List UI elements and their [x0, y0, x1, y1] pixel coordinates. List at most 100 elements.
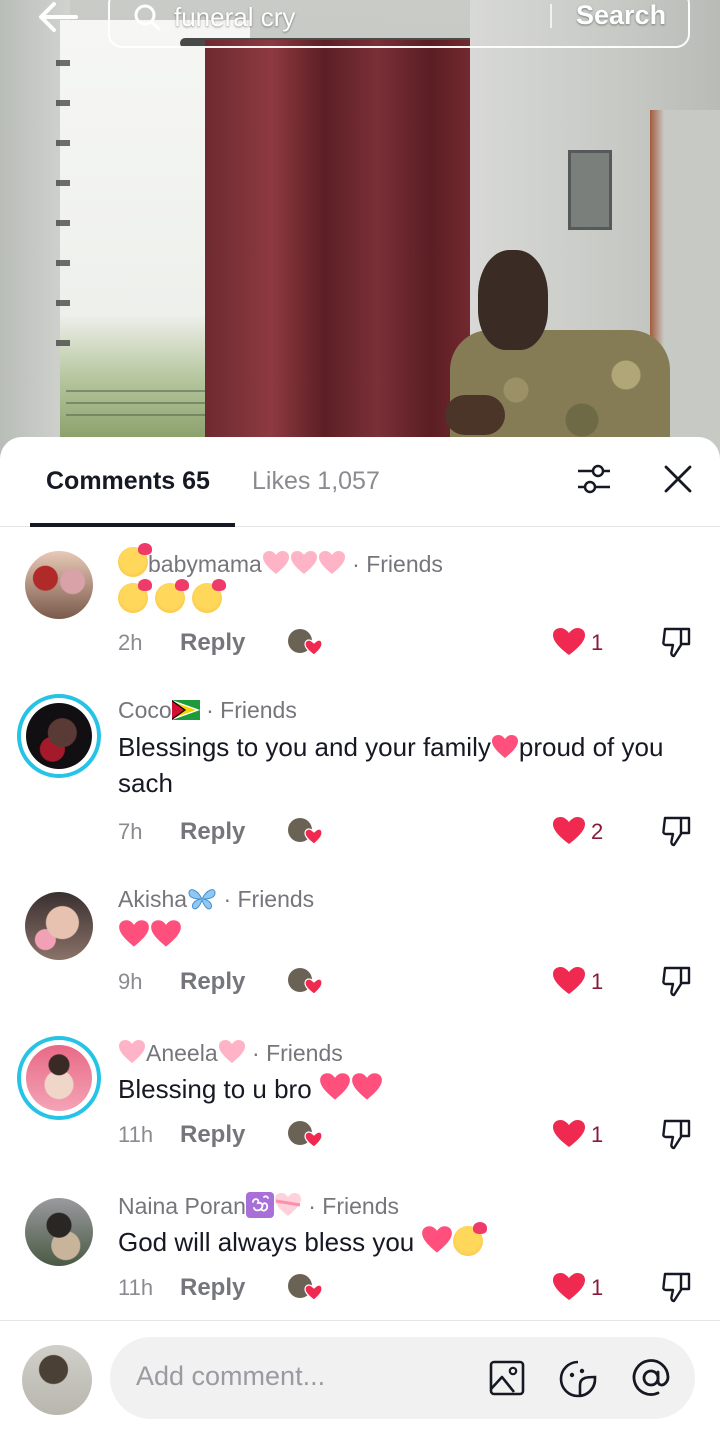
my-avatar[interactable]: [22, 1345, 92, 1415]
comment-text: Blessings to you and your family proud of…: [118, 732, 664, 798]
dislike-icon[interactable]: [660, 1117, 694, 1151]
video-wall-frame: [568, 150, 612, 230]
comment-time: 9h: [118, 969, 143, 994]
tab-active-indicator: [30, 523, 235, 527]
comment-placeholder: Add comment...: [136, 1361, 326, 1391]
comment-item: Coco · Friends Blessings to you and your…: [0, 694, 720, 867]
video-background[interactable]: [0, 0, 720, 470]
smiling-face-hearts-emoji-icon: [192, 579, 227, 613]
red-heart-icon: [352, 1073, 382, 1100]
comment-author[interactable]: Aneela · Friends: [118, 1039, 343, 1067]
pink-heart-icon: [218, 1040, 245, 1063]
dislike-icon[interactable]: [660, 964, 694, 998]
search-icon: [134, 4, 161, 31]
friends-label: · Friends: [252, 1040, 343, 1066]
avatar-image: [26, 703, 92, 769]
video-person-hands: [445, 395, 505, 435]
video-curtain: [205, 40, 470, 470]
creator-liked-icon: [288, 629, 322, 656]
pink-heart-icon: [262, 551, 289, 574]
tab-likes[interactable]: Likes 1,057: [252, 467, 380, 496]
red-heart-icon: [422, 1226, 453, 1253]
creator-liked-icon: [288, 968, 322, 995]
video-louvers: [56, 60, 70, 360]
comment-author[interactable]: Naina Poran · Friends: [118, 1192, 399, 1220]
reply-button[interactable]: Reply: [180, 968, 245, 996]
like-count: 1: [591, 969, 604, 994]
red-heart-icon: [119, 920, 149, 947]
comment-input[interactable]: Add comment...: [110, 1337, 695, 1419]
avatar-image: [26, 1045, 92, 1111]
image-icon[interactable]: [488, 1359, 526, 1397]
smiling-face-hearts-emoji-icon: [453, 1222, 488, 1256]
comments-sheet: Comments 65 Likes 1,057 babymama · Frien…: [0, 437, 720, 1448]
comments-tabs: Comments 65 Likes 1,057: [0, 437, 720, 527]
emoji-sticker-icon[interactable]: [558, 1359, 598, 1399]
creator-liked-icon: [288, 818, 322, 845]
like-count: 1: [591, 1275, 604, 1300]
red-heart-icon: [491, 735, 518, 758]
like-heart-icon[interactable]: [552, 1119, 586, 1149]
dislike-icon[interactable]: [660, 814, 694, 848]
like-count: 2: [591, 819, 604, 844]
comment-item: Aneela · Friends Blessing to u bro 11h R…: [0, 1036, 720, 1179]
comment-text: God will always bless you: [118, 1222, 708, 1260]
avatar[interactable]: [25, 1198, 93, 1266]
comment-time: 11h: [118, 1122, 154, 1147]
search-button[interactable]: Search: [576, 0, 666, 31]
search-bar[interactable]: funeral cry Search: [108, 0, 690, 48]
dislike-icon[interactable]: [660, 1270, 694, 1304]
guyana-flag-icon: [171, 700, 200, 720]
friends-label: · Friends: [206, 697, 297, 723]
pink-heart-icon: [119, 1040, 145, 1063]
comment-text: [118, 579, 708, 617]
butterfly-icon: [188, 889, 216, 910]
comment-time: 11h: [118, 1275, 154, 1300]
comment-author[interactable]: babymama · Friends: [118, 543, 443, 578]
pink-heart-icon: [318, 551, 345, 574]
comment-time: 7h: [118, 819, 143, 844]
comment-text: Blessing to u bro: [118, 1071, 708, 1107]
like-count: 1: [591, 1122, 604, 1147]
comment-text: [118, 918, 708, 954]
like-heart-icon[interactable]: [552, 627, 586, 657]
smiling-face-hearts-emoji-icon: [118, 579, 152, 613]
avatar[interactable]: [25, 551, 93, 619]
friends-label: · Friends: [223, 886, 315, 912]
search-divider: [550, 4, 552, 28]
smiling-face-hearts-emoji-icon: [155, 579, 190, 613]
comment-item: Akisha · Friends 9h Reply 1: [0, 886, 720, 1026]
red-heart-icon: [151, 920, 181, 947]
creator-liked-icon: [288, 1274, 322, 1301]
smiling-face-emoji-icon: [118, 543, 152, 577]
like-heart-icon[interactable]: [552, 966, 586, 996]
avatar[interactable]: [17, 1036, 101, 1120]
friends-label: · Friends: [308, 1193, 399, 1219]
reply-button[interactable]: Reply: [180, 1274, 245, 1302]
like-count: 1: [591, 630, 604, 655]
comment-input-bar: Add comment...: [0, 1320, 720, 1448]
tab-comments[interactable]: Comments 65: [46, 467, 210, 496]
like-heart-icon[interactable]: [552, 816, 586, 846]
comment-author[interactable]: Coco · Friends: [118, 697, 297, 724]
dislike-icon[interactable]: [660, 625, 694, 659]
reply-button[interactable]: Reply: [180, 818, 245, 846]
comment-item: Naina Poran · Friends God will always bl…: [0, 1192, 720, 1332]
pink-heart-icon: [290, 551, 317, 574]
video-person-head: [478, 250, 548, 350]
mention-at-icon[interactable]: [630, 1357, 672, 1399]
comment-author[interactable]: Akisha · Friends: [118, 886, 314, 913]
comment-time: 2h: [118, 630, 143, 655]
like-heart-icon[interactable]: [552, 1272, 586, 1302]
filter-icon[interactable]: [574, 459, 614, 499]
avatar[interactable]: [17, 694, 101, 778]
close-icon[interactable]: [660, 461, 696, 497]
creator-liked-icon: [288, 1121, 322, 1148]
search-query[interactable]: funeral cry: [174, 2, 295, 33]
red-heart-icon: [320, 1073, 350, 1100]
friends-label: · Friends: [352, 551, 443, 577]
reply-button[interactable]: Reply: [180, 629, 245, 657]
back-arrow-icon[interactable]: [36, 0, 80, 34]
avatar[interactable]: [25, 892, 93, 960]
reply-button[interactable]: Reply: [180, 1121, 245, 1149]
